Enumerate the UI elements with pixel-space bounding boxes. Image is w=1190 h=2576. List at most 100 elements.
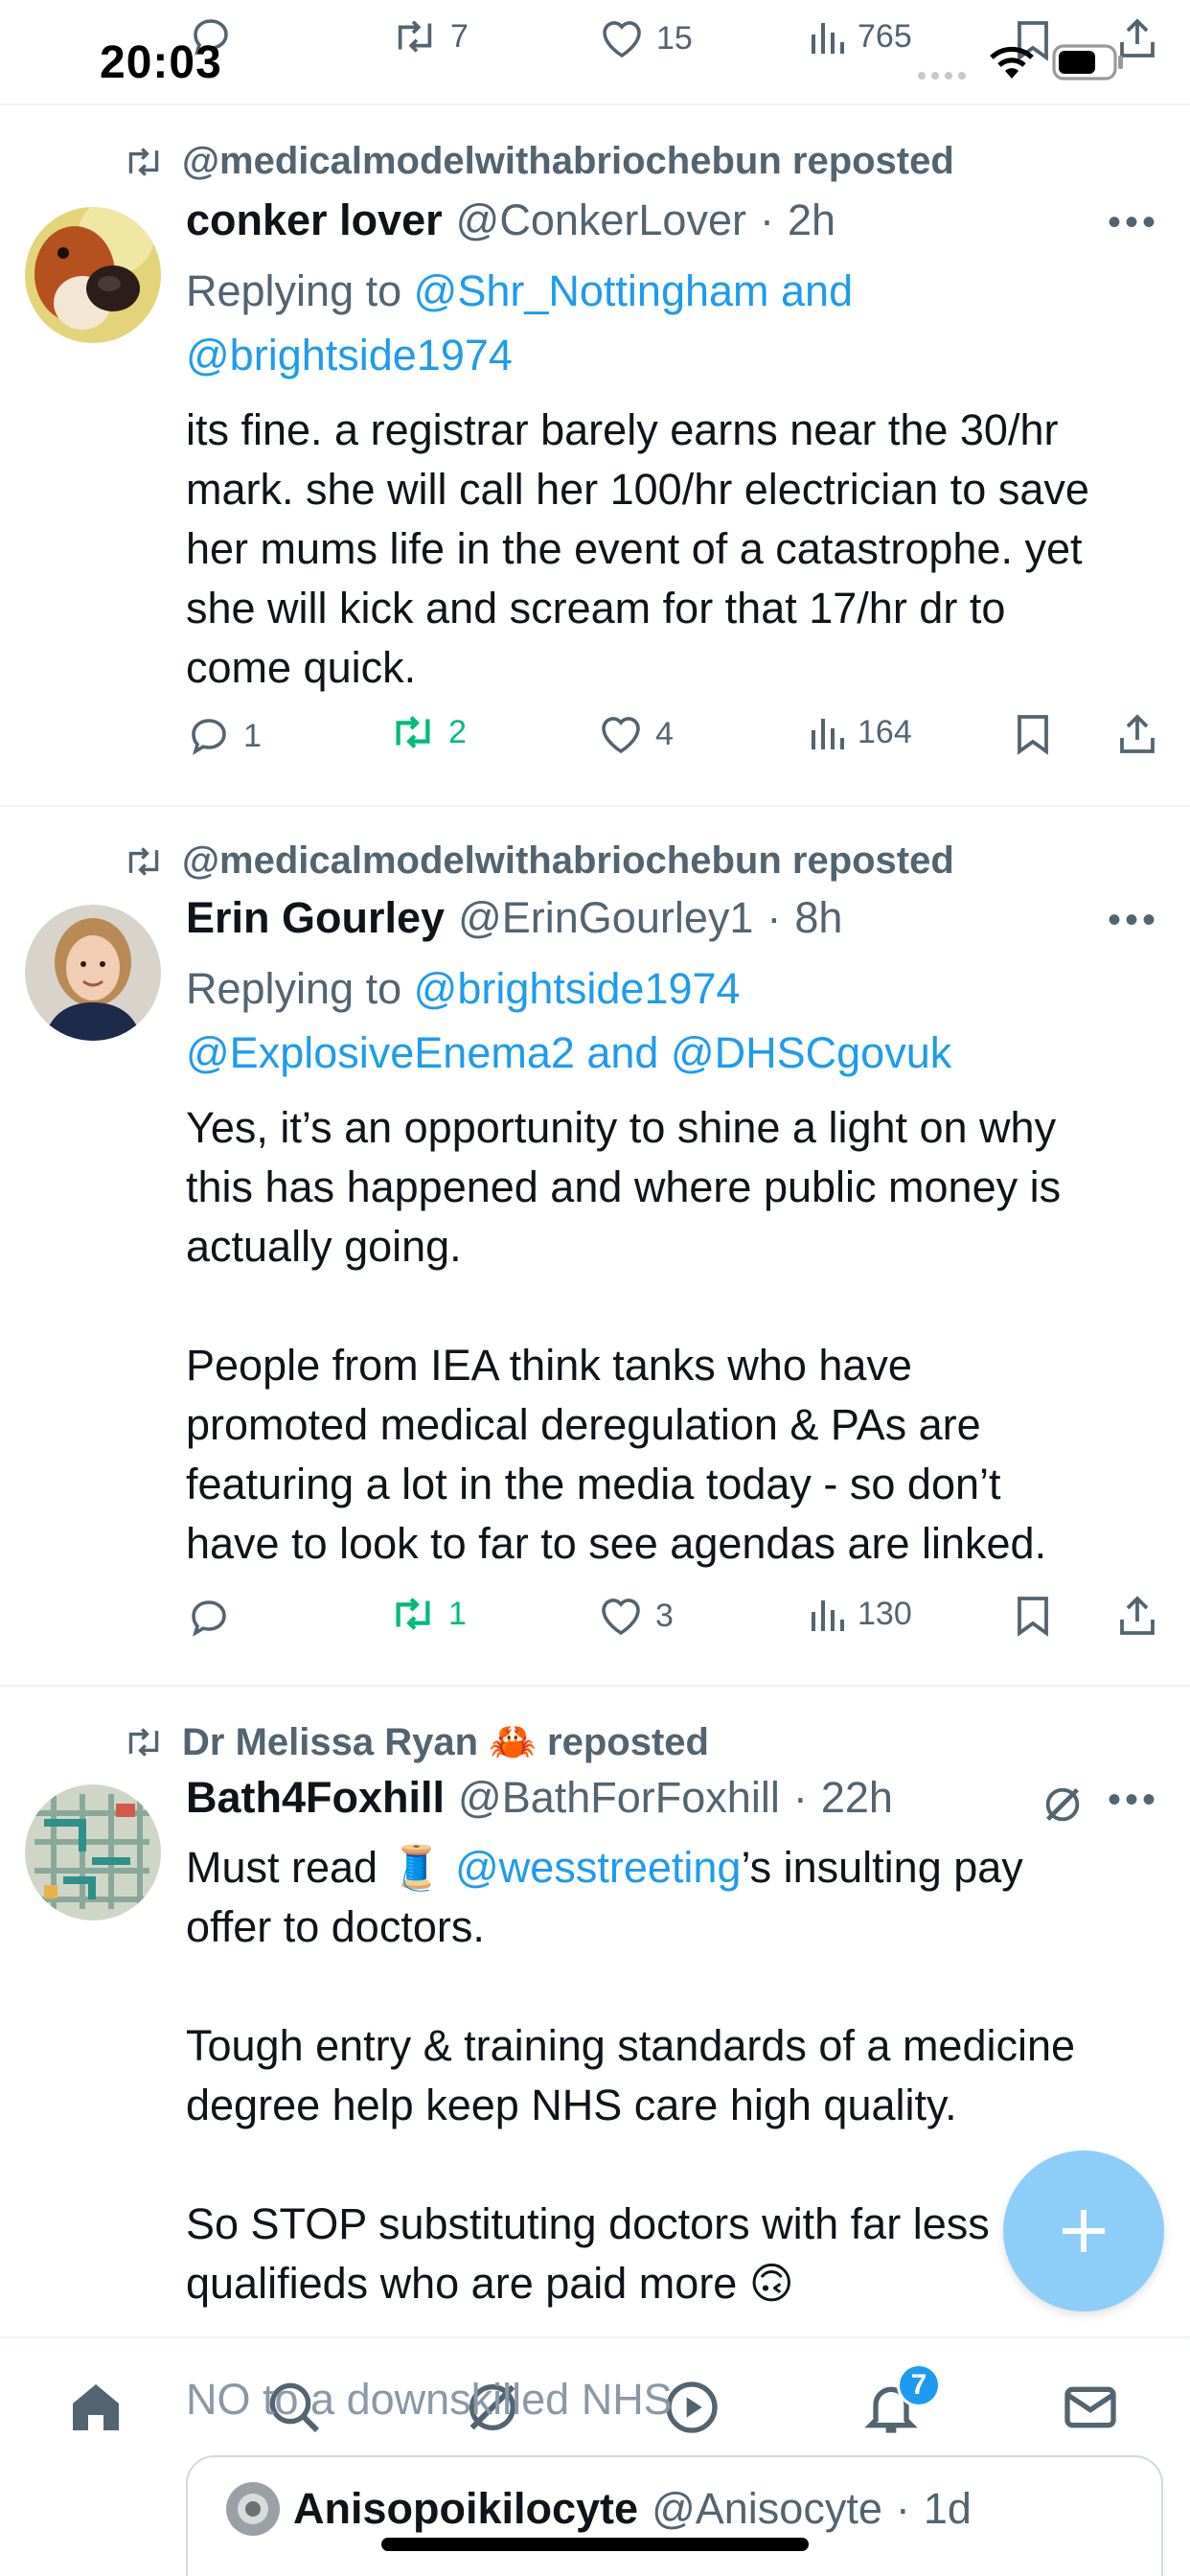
repost-indicator: Dr Melissa Ryan 🦀 reposted <box>123 1719 709 1764</box>
like-button[interactable]: 3 <box>598 1595 674 1637</box>
share-button[interactable] <box>1116 1595 1158 1637</box>
quoted-time: 1d <box>923 2484 972 2533</box>
post-text: Yes, it’s an opportunity to shine a ligh… <box>186 1103 1062 1568</box>
views-count: 164 <box>858 713 912 750</box>
repost-indicator: @medicalmodelwithabriochebun reposted <box>123 840 954 883</box>
time-separator: · <box>792 1773 808 1822</box>
like-button[interactable]: 4 <box>598 713 674 755</box>
replying-to: Replying to @brightside1974 @ExplosiveEn… <box>186 956 951 1085</box>
bookmark-button[interactable] <box>1016 1595 1050 1637</box>
avatar[interactable] <box>25 1784 161 1920</box>
repost-button[interactable]: 7 <box>391 17 469 56</box>
like-count: 4 <box>655 715 674 752</box>
tab-notifications[interactable]: 7 <box>860 2363 941 2443</box>
post-time: 2h <box>787 196 836 244</box>
repost-count: 2 <box>448 713 467 750</box>
wifi-icon <box>987 44 1037 85</box>
reply-button[interactable] <box>186 1595 243 1641</box>
heart-icon <box>602 717 640 754</box>
repost-button[interactable]: 1 <box>389 1595 467 1633</box>
reply-mention-link[interactable]: @brightside1974 <box>186 331 513 380</box>
avatar[interactable] <box>25 905 161 1041</box>
compose-button[interactable] <box>1003 2150 1164 2312</box>
grok-icon[interactable] <box>1041 1782 1085 1831</box>
tab-home[interactable] <box>65 2377 126 2443</box>
like-count: 3 <box>655 1597 674 1634</box>
post-time: 8h <box>794 893 843 942</box>
post-erin-gourley[interactable]: @medicalmodelwithabriochebun reposted Er… <box>0 807 1190 1687</box>
reply-icon <box>192 719 226 755</box>
post-header: Erin Gourley @ErinGourley1 · 8h <box>186 893 842 943</box>
author-name[interactable]: conker lover <box>186 196 443 245</box>
reply-mention-link[interactable]: @ExplosiveEnema2 and @DHSCgovuk <box>186 1028 951 1077</box>
heart-icon <box>602 1598 640 1636</box>
post-time: 22h <box>820 1773 893 1822</box>
views-count: 765 <box>858 17 912 55</box>
like-count: 15 <box>656 19 693 57</box>
repost-icon <box>396 716 430 748</box>
like-button[interactable]: 15 <box>599 17 693 59</box>
reply-count: 1 <box>243 717 262 754</box>
notification-badge: 7 <box>897 2363 941 2407</box>
reply-mention-link[interactable]: @brightside1974 <box>414 964 741 1013</box>
quoted-author-name: Anisopoikilocyte <box>293 2484 639 2533</box>
quoted-author-handle: @Anisocyte <box>652 2484 882 2533</box>
avatar <box>226 2482 280 2536</box>
heart-icon <box>603 21 641 58</box>
repost-indicator: @medicalmodelwithabriochebun reposted <box>123 140 954 183</box>
share-button[interactable] <box>1116 713 1158 755</box>
avatar[interactable] <box>25 207 161 343</box>
quoted-header: Anisopoikilocyte @Anisocyte · 1d <box>226 2482 972 2536</box>
repost-button[interactable]: 2 <box>389 713 467 751</box>
repost-icon <box>128 1727 159 1757</box>
replying-to: Replying to @Shr_Nottingham and @brights… <box>186 259 853 387</box>
author-name[interactable]: Erin Gourley <box>186 893 445 943</box>
mention-link[interactable]: @wesstreeting <box>455 1843 741 1892</box>
status-bar: 7 15 765 20:03 <box>0 0 1190 105</box>
more-options-button[interactable]: ••• <box>1108 899 1159 942</box>
post-conker-lover[interactable]: @medicalmodelwithabriochebun reposted co… <box>0 107 1190 807</box>
reply-button[interactable]: 1 <box>186 713 262 759</box>
repost-icon <box>396 1598 430 1630</box>
post-text-start: Must read 🧵 <box>186 1843 456 1892</box>
more-options-button[interactable]: ••• <box>1108 201 1159 244</box>
repost-label: @medicalmodelwithabriochebun reposted <box>182 140 954 182</box>
bookmark-icon <box>1018 1597 1048 1637</box>
repost-count: 7 <box>450 17 469 55</box>
signal-icon <box>917 69 971 87</box>
repost-label: @medicalmodelwithabriochebun reposted <box>182 840 954 882</box>
post-header: conker lover @ConkerLover · 2h <box>186 196 835 245</box>
views-button[interactable]: 164 <box>808 713 912 751</box>
tab-messages[interactable] <box>1060 2377 1121 2443</box>
quoted-post[interactable]: Anisopoikilocyte @Anisocyte · 1d <box>186 2455 1163 2576</box>
repost-label: Dr Melissa Ryan 🦀 reposted <box>182 1721 709 1763</box>
more-options-button[interactable]: ••• <box>1108 1779 1159 1822</box>
views-button[interactable]: 765 <box>808 17 912 56</box>
post-header: Bath4Foxhill @BathForFoxhill · 22h <box>186 1773 893 1823</box>
views-icon <box>812 1600 844 1631</box>
author-handle[interactable]: @ConkerLover <box>456 196 746 245</box>
time-separator: · <box>767 893 782 942</box>
repost-count: 1 <box>448 1595 467 1632</box>
author-handle[interactable]: @ErinGourley1 <box>458 893 753 943</box>
share-icon <box>1120 1596 1155 1635</box>
action-bar: 1 2 4 164 <box>186 713 1173 770</box>
mail-icon <box>1064 2386 1116 2428</box>
replying-to-label: Replying to <box>186 964 402 1013</box>
bookmark-button[interactable] <box>1016 713 1050 755</box>
home-icon <box>73 2384 119 2430</box>
home-indicator <box>381 2538 809 2551</box>
author-handle[interactable]: @BathForFoxhill <box>458 1773 780 1823</box>
repost-icon <box>398 20 432 53</box>
repost-icon <box>128 846 159 876</box>
battery-icon <box>1052 44 1125 85</box>
views-button[interactable]: 130 <box>808 1595 912 1633</box>
post-text: its fine. a registrar barely earns near … <box>186 405 1089 692</box>
status-time: 20:03 <box>100 37 222 88</box>
author-name[interactable]: Bath4Foxhill <box>186 1773 445 1823</box>
time-separator: · <box>759 196 774 244</box>
reply-mention-link[interactable]: @Shr_Nottingham and <box>414 266 853 315</box>
views-icon <box>812 719 844 749</box>
bookmark-icon <box>1018 715 1048 755</box>
views-count: 130 <box>858 1595 912 1632</box>
